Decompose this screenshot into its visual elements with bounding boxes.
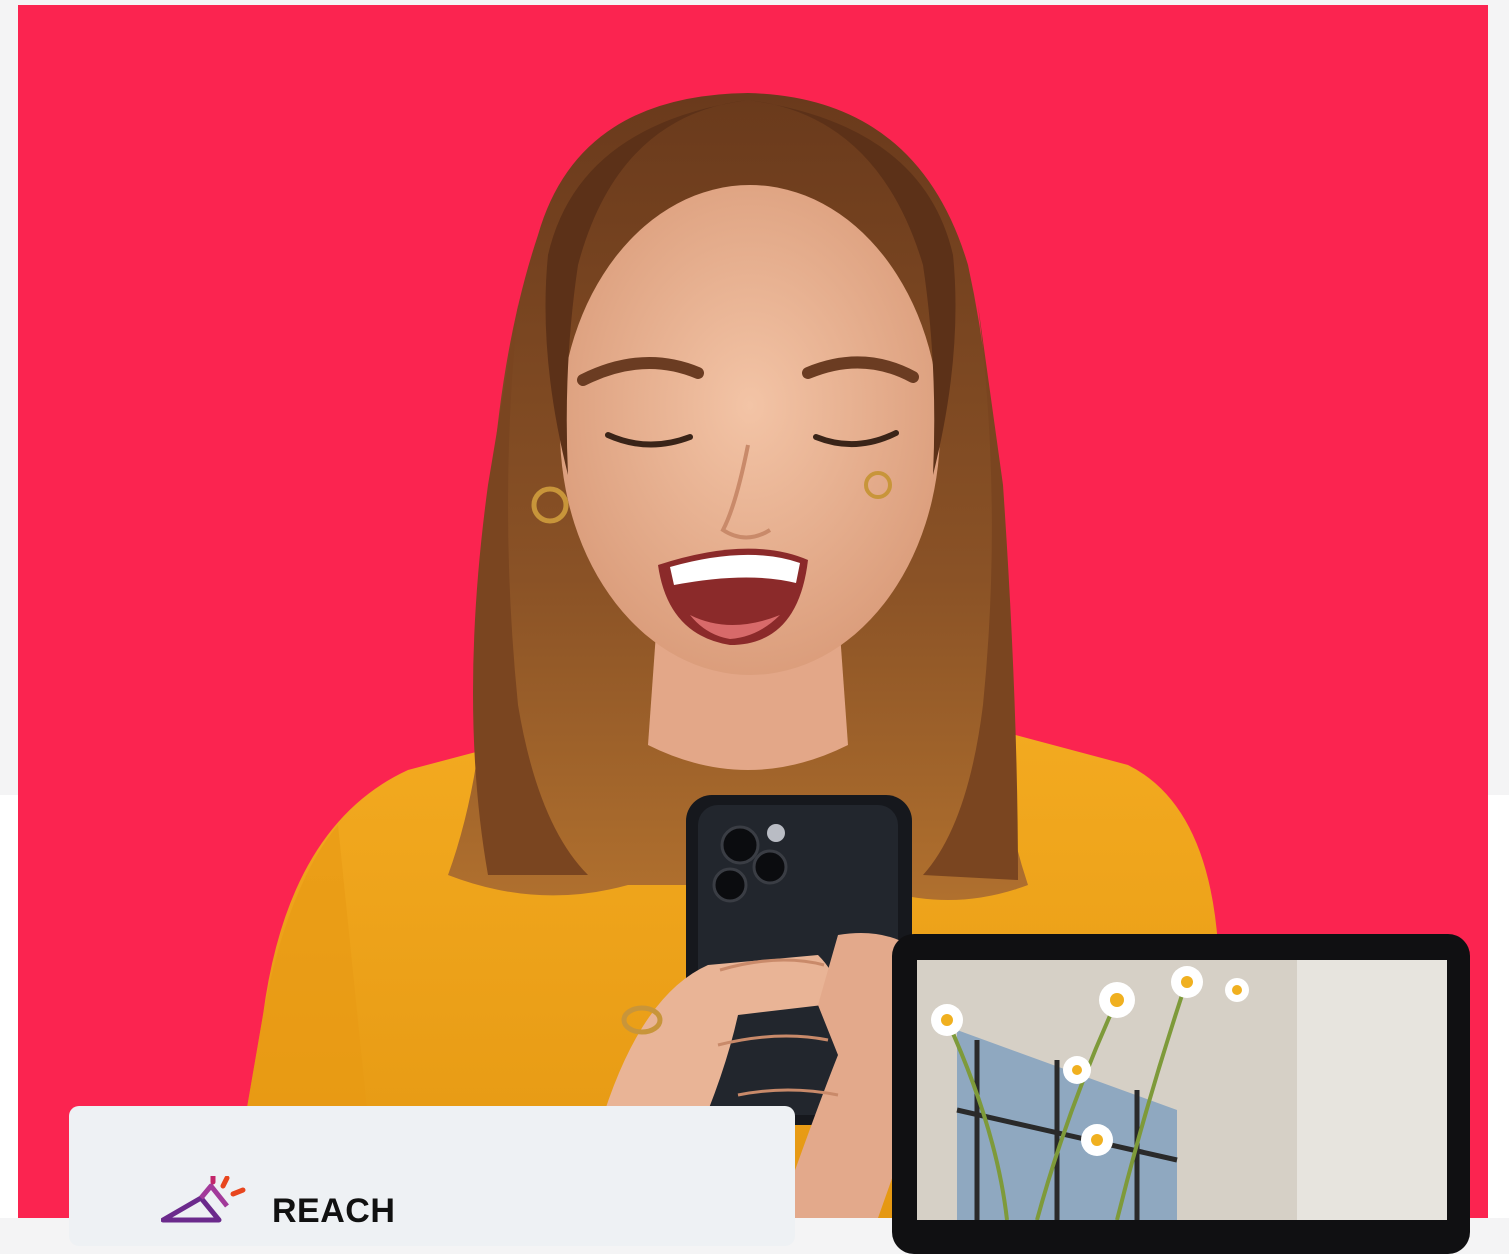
- tablet-screen: [917, 960, 1447, 1220]
- megaphone-icon: [161, 1176, 246, 1223]
- tablet-flower-photo: [917, 960, 1447, 1220]
- reach-label: REACH: [272, 1192, 396, 1230]
- reach-card: REACH: [69, 1106, 795, 1246]
